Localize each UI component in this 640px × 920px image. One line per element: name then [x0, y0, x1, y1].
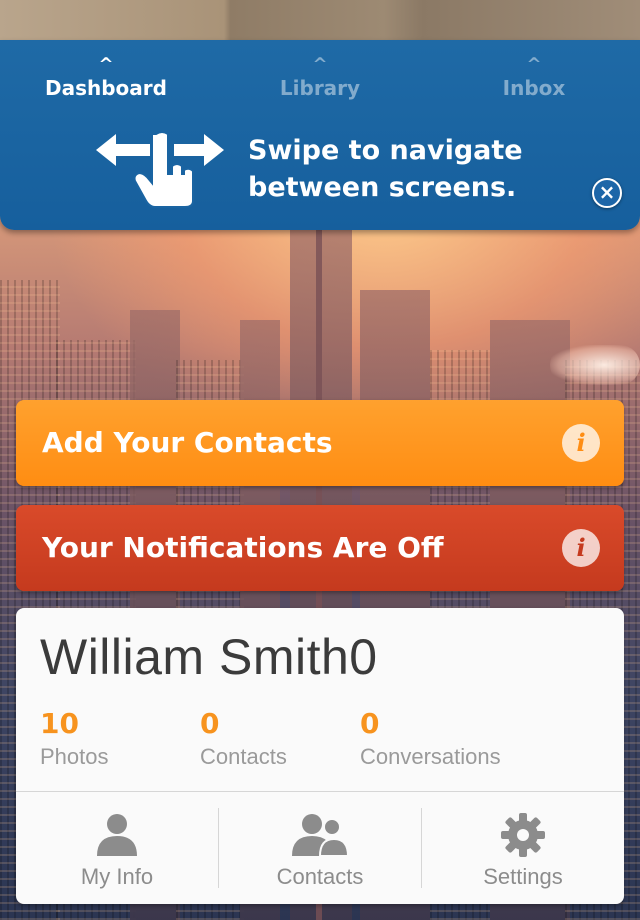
close-icon: ×: [598, 180, 616, 204]
contacts-label: Contacts: [276, 864, 364, 889]
stat-value: 0: [200, 707, 220, 740]
tab-label: Dashboard: [45, 76, 167, 100]
add-contacts-label: Add Your Contacts: [42, 426, 333, 459]
swipe-instruction-line2: between screens.: [248, 172, 517, 203]
profile-card: William Smith0 10 Photos 0 Contacts 0 Co…: [16, 608, 624, 904]
my-info-button[interactable]: My Info: [16, 792, 218, 904]
tab-label: Inbox: [502, 76, 566, 100]
person-icon: [97, 814, 137, 856]
add-contacts-banner[interactable]: Add Your Contacts i: [16, 400, 624, 486]
tab-dashboard[interactable]: ^ Dashboard: [6, 54, 206, 100]
stat-value: 10: [40, 707, 79, 740]
chevron-up-icon: ^: [312, 54, 328, 75]
stat-contacts[interactable]: 0 Contacts: [200, 706, 287, 772]
chevron-up-icon: ^: [98, 54, 114, 75]
swipe-tutorial-panel: ^ Dashboard ^ Library ^ Inbox Swipe to n…: [0, 40, 640, 230]
swipe-instruction-line1: Swipe to navigate: [248, 135, 523, 166]
close-tutorial-button[interactable]: ×: [592, 178, 622, 208]
stat-label: Conversations: [360, 744, 501, 769]
contacts-button[interactable]: Contacts: [219, 792, 421, 904]
people-icon: [292, 814, 350, 856]
tab-label: Library: [279, 76, 361, 100]
gear-icon: [501, 813, 545, 857]
stat-label: Contacts: [200, 744, 287, 769]
info-icon[interactable]: i: [562, 529, 600, 567]
tab-inbox[interactable]: ^ Inbox: [434, 54, 634, 100]
settings-button[interactable]: Settings: [422, 792, 624, 904]
steam-cloud: [550, 345, 640, 385]
notifications-off-banner[interactable]: Your Notifications Are Off i: [16, 505, 624, 591]
swipe-gesture-icon: [96, 131, 224, 208]
stat-photos[interactable]: 10 Photos: [40, 706, 109, 772]
settings-label: Settings: [483, 864, 563, 889]
info-icon[interactable]: i: [562, 424, 600, 462]
top-photo-strip: [0, 0, 640, 40]
user-name: William Smith0: [40, 629, 378, 685]
tab-library[interactable]: ^ Library: [220, 54, 420, 100]
stat-label: Photos: [40, 744, 109, 769]
notifications-off-label: Your Notifications Are Off: [42, 531, 444, 564]
my-info-label: My Info: [80, 864, 154, 889]
swipe-instruction-text: Swipe to navigate between screens.: [248, 132, 548, 206]
stat-conversations[interactable]: 0 Conversations: [360, 706, 501, 772]
stat-value: 0: [360, 707, 380, 740]
chevron-up-icon: ^: [526, 54, 542, 75]
